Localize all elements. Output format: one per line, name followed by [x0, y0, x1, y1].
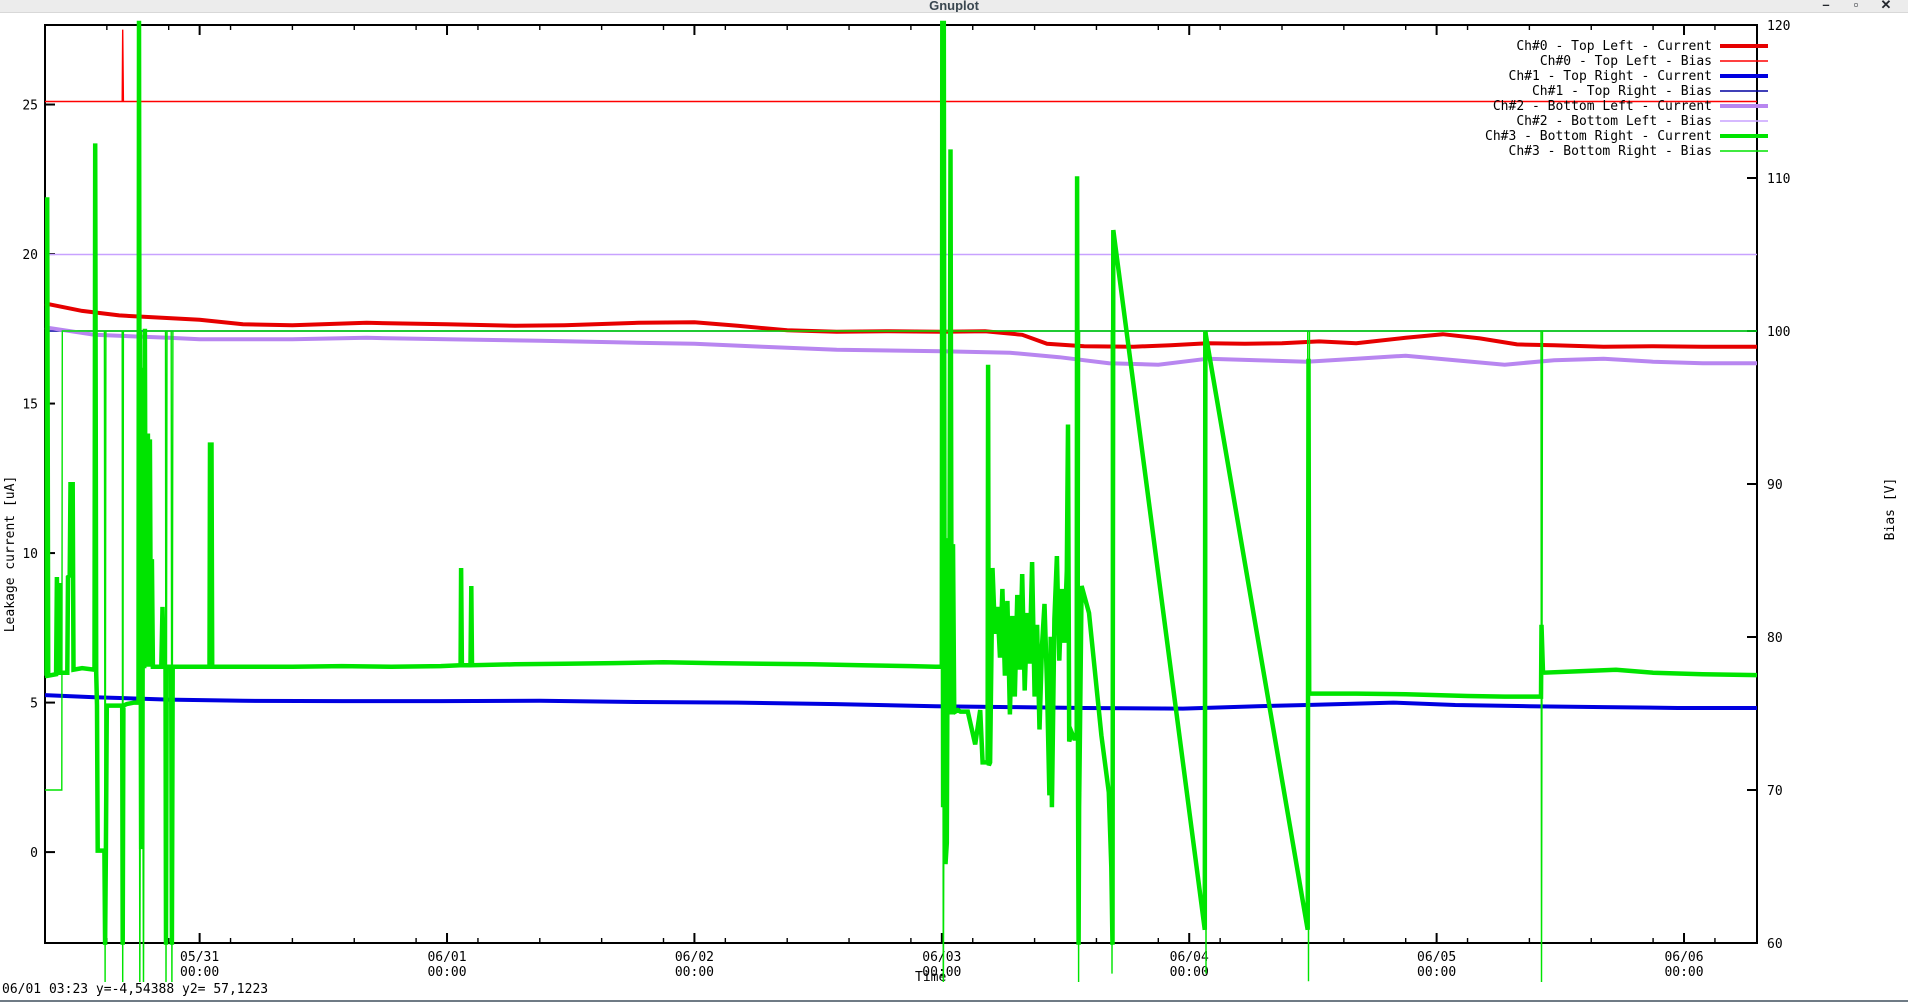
- status-bar: 06/01 03:23 y=-4,54388 y2= 57,1223: [0, 982, 1908, 1002]
- y2-tick-label: 70: [1767, 784, 1783, 799]
- legend-label: Ch#1 - Top Right - Current: [1509, 69, 1713, 84]
- legend-label: Ch#2 - Bottom Left - Current: [1493, 99, 1712, 114]
- series-line-ch-0-top-left-bias: [45, 30, 1757, 102]
- y1-tick-label: 5: [30, 697, 38, 712]
- y1-tick-label: 25: [22, 99, 38, 114]
- legend-label: Ch#3 - Bottom Right - Current: [1485, 129, 1712, 144]
- x-tick-label-date: 06/01: [427, 950, 466, 965]
- x-tick-label-time: 00:00: [1417, 965, 1456, 980]
- legend-label: Ch#0 - Top Left - Current: [1516, 39, 1712, 54]
- y1-tick-label: 0: [30, 846, 38, 861]
- window-title: Gnuplot: [0, 0, 1908, 13]
- y2-tick-label: 90: [1767, 478, 1783, 493]
- plot-canvas[interactable]: 05/3100:0006/0100:0006/0200:0006/0300:00…: [0, 13, 1908, 984]
- y1-tick-label: 15: [22, 398, 38, 413]
- x-tick-label-time: 00:00: [675, 965, 714, 980]
- x-tick-label-time: 00:00: [1664, 965, 1703, 980]
- mouse-coordinates-readout: 06/01 03:23 y=-4,54388 y2= 57,1223: [2, 982, 268, 997]
- y2-tick-label: 80: [1767, 631, 1783, 646]
- close-button[interactable]: ✕: [1876, 0, 1896, 13]
- y2-axis-title: Bias [V]: [1883, 478, 1898, 541]
- y1-tick-label: 20: [22, 248, 38, 263]
- legend-label: Ch#1 - Top Right - Bias: [1532, 84, 1712, 99]
- series-line-ch-3-bottom-right-current: [45, 21, 1757, 945]
- x-tick-label-date: 06/03: [922, 950, 961, 965]
- x-tick-label-date: 06/02: [675, 950, 714, 965]
- legend-label: Ch#0 - Top Left - Bias: [1540, 54, 1712, 69]
- y2-tick-label: 120: [1767, 19, 1790, 34]
- legend-label: Ch#2 - Bottom Left - Bias: [1516, 114, 1712, 129]
- x-tick-label-date: 06/04: [1170, 950, 1209, 965]
- x-tick-label-date: 06/05: [1417, 950, 1456, 965]
- y2-tick-label: 60: [1767, 937, 1783, 952]
- y2-tick-label: 100: [1767, 325, 1790, 340]
- gnuplot-chart[interactable]: 05/3100:0006/0100:0006/0200:0006/0300:00…: [0, 13, 1908, 984]
- legend-label: Ch#3 - Bottom Right - Bias: [1509, 144, 1713, 159]
- y2-tick-label: 110: [1767, 172, 1790, 187]
- window-titlebar: Gnuplot – ▫ ✕: [0, 0, 1908, 13]
- y1-axis-title: Leakage current [uA]: [3, 476, 18, 633]
- maximize-button[interactable]: ▫: [1846, 0, 1866, 13]
- x-tick-label-date: 05/31: [180, 950, 219, 965]
- x-tick-label-time: 00:00: [180, 965, 219, 980]
- x-tick-label-date: 06/06: [1664, 950, 1703, 965]
- plot-border: [45, 25, 1757, 943]
- series-line-ch-3-bottom-right-bias: [45, 331, 1757, 984]
- minimize-button[interactable]: –: [1816, 0, 1836, 13]
- x-tick-label-time: 00:00: [1170, 965, 1209, 980]
- y1-tick-label: 10: [22, 547, 38, 562]
- x-tick-label-time: 00:00: [427, 965, 466, 980]
